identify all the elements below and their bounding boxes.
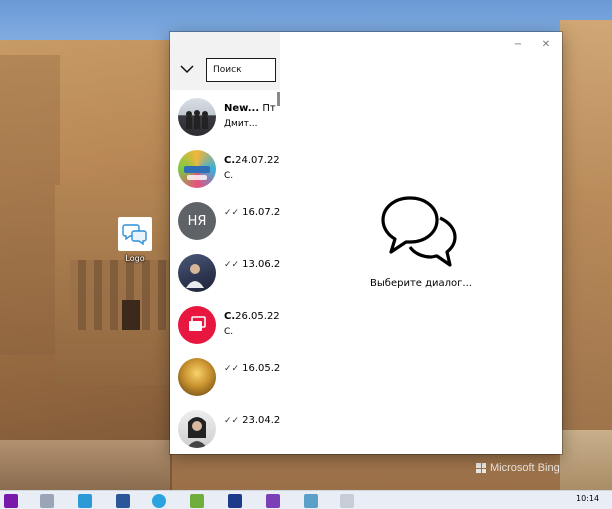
chat-title-row: ✓✓ 16.05.2 [224,363,280,374]
file-icon[interactable] [40,494,54,508]
chat-title-row: С.26.05.22 [224,311,280,322]
avatar [178,98,216,136]
empty-state-text: Выберите диалог... [370,278,472,289]
double-check-icon: ✓✓ [224,364,240,374]
chat-item[interactable]: НЯ ✓✓ 16.07.2 [170,196,280,248]
tomb-columns [70,260,170,330]
chat-title-row: New... Пт [224,103,276,114]
desktop-shortcut-logo[interactable]: Logo [116,217,154,263]
avatar [178,254,216,292]
chat-time: Пт [262,103,276,114]
chat-time: 16.05.2 [242,363,280,374]
cliff-right [560,20,612,490]
chat-item[interactable]: New... Пт Дмит... [170,92,278,144]
cliff-shadow [0,55,60,355]
chat-title-row: ✓✓ 16.07.2 [224,207,280,218]
minimize-button[interactable]: − [508,36,528,52]
app3-icon[interactable] [340,494,354,508]
chat-title-row: ✓✓ 13.06.2 [224,259,280,270]
avatar [178,306,216,344]
avatar: НЯ [178,202,216,240]
chat-preview: С. [224,327,234,337]
notepad-icon[interactable] [190,494,204,508]
cards-icon [189,316,206,331]
avatar-initials: НЯ [187,213,207,229]
chat-preview: Дмит... [224,119,258,129]
search-input[interactable] [206,58,276,82]
windows-logo-icon [476,463,486,473]
desktop-icon-label: Logo [125,254,145,263]
tomb-door [122,300,140,330]
telegram-icon[interactable] [152,494,166,508]
taskbar: 10:14 [0,490,612,509]
chat-item[interactable]: ✓✓ 16.05.2 [170,352,280,404]
close-icon: ✕ [541,38,551,50]
taskbar-clock[interactable]: 10:14 [576,494,599,503]
chat-bubbles-icon [378,192,462,275]
chat-time: 13.06.2 [242,259,280,270]
chat-sidebar: New... Пт Дмит... С.24.07.22 С. НЯ [170,32,280,454]
chat-preview: С. [224,171,234,181]
double-check-icon: ✓✓ [224,260,240,270]
avatar [178,358,216,396]
visual-studio-icon[interactable] [266,494,280,508]
minimize-icon: − [513,38,523,50]
double-check-icon: ✓✓ [224,208,240,218]
chat-logo-icon [118,217,152,251]
chat-item[interactable]: С.24.07.22 С. [170,144,280,196]
save-icon[interactable] [228,494,242,508]
ground-right [560,430,612,490]
messenger-window: New... Пт Дмит... С.24.07.22 С. НЯ [170,32,562,454]
chat-item[interactable]: С.26.05.22 С. [170,300,280,352]
dialog-area: − ✕ Выберите диалог... [280,32,562,454]
app-icon[interactable] [78,494,92,508]
chat-title-row: ✓✓ 23.04.2 [224,415,280,426]
chat-title: New... [224,103,260,114]
chat-time: 23.04.2 [242,415,280,426]
sidebar-header [170,32,280,90]
double-check-icon: ✓✓ [224,416,240,426]
chat-title-row: С.24.07.22 [224,155,280,166]
avatar [178,150,216,188]
ground-left [0,440,170,490]
chat-item[interactable]: ✓✓ 23.04.2 [170,404,280,454]
chat-list: New... Пт Дмит... С.24.07.22 С. НЯ ✓✓ 16… [170,92,280,454]
chat-time: 16.07.2 [242,207,280,218]
chat-time: 26.05.22 [235,311,280,322]
avatar [178,410,216,448]
close-button[interactable]: ✕ [536,36,556,52]
bing-watermark: Microsoft Bing [476,462,560,474]
chat-title: С. [224,311,236,322]
onenote-icon[interactable] [4,494,18,508]
bing-text: Microsoft Bing [490,462,560,474]
chat-time: 24.07.22 [235,155,280,166]
chat-title: С. [224,155,236,166]
app2-icon[interactable] [304,494,318,508]
chevron-down-icon[interactable] [178,60,196,78]
chat-item[interactable]: ✓✓ 13.06.2 [170,248,280,300]
word-icon[interactable] [116,494,130,508]
